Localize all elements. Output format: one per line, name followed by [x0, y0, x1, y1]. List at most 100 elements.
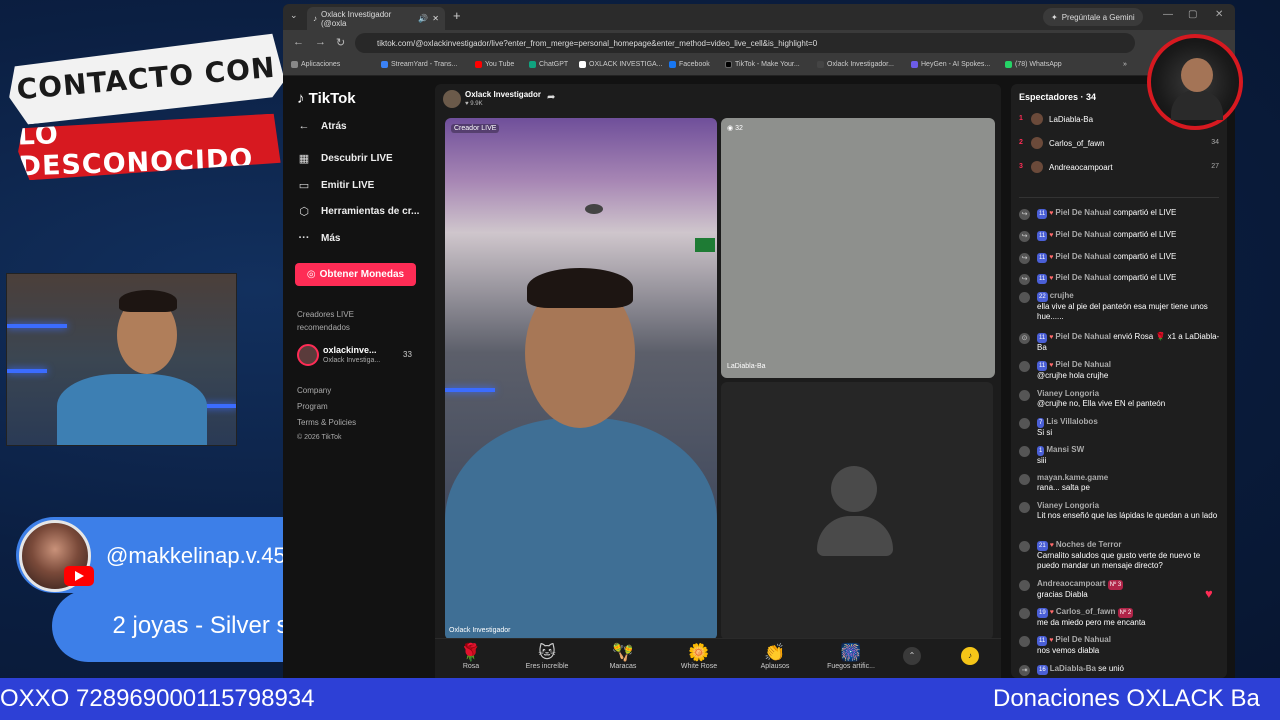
person-hair	[119, 290, 177, 312]
shelf-light	[445, 388, 495, 392]
gift-expand-icon[interactable]: ⌃	[903, 647, 921, 665]
get-coins-button[interactable]: ◎ Obtener Monedas	[295, 263, 416, 286]
tab-search-icon[interactable]: ⌄	[290, 10, 298, 21]
avatar	[1019, 418, 1030, 429]
share-icon: ↪	[1019, 209, 1030, 220]
tab-tiktok[interactable]: ♪ Oxlack Investigador (@oxla 🔊 ✕	[307, 7, 445, 30]
bookmark-item[interactable]: (78) WhatsApp	[1005, 61, 1062, 68]
viewer-row[interactable]: 3 Andreaocampoart 27	[1019, 160, 1219, 176]
tiktok-favicon-icon: ♪	[313, 14, 317, 23]
donation-ticker: OXXO 7289690001157989​34 Donaciones OXLA…	[0, 678, 1280, 720]
gift-eres-increible[interactable]: 🐱 Eres increíble	[517, 643, 577, 670]
bookmark-item[interactable]: ChatGPT	[529, 61, 568, 68]
gemini-button[interactable]: ✦ Pregúntale a Gemini	[1043, 8, 1143, 26]
share-icon[interactable]: ➦	[547, 92, 555, 103]
back-arrow-icon: ←	[298, 120, 310, 132]
reload-icon[interactable]: ↻	[336, 36, 345, 49]
host-avatar[interactable]	[443, 90, 461, 108]
apps-icon	[291, 61, 298, 68]
footer-copyright: © 2026 TikTok	[297, 434, 342, 441]
gift-fuegos[interactable]: 🎆 Fuegos artific...	[821, 643, 881, 670]
bookmark-item[interactable]: You Tube	[475, 61, 514, 68]
bookmark-item[interactable]: OXLACK INVESTIGA...	[579, 61, 663, 68]
recommended-name[interactable]: oxlackinve...	[323, 345, 377, 355]
person-placeholder-body	[817, 516, 893, 556]
footer-company[interactable]: Company	[297, 386, 331, 395]
url-text: tiktok.com/@oxlackinvestigador/live?ente…	[377, 38, 818, 48]
bookmark-item[interactable]: HeyGen - AI Spokes...	[911, 61, 990, 68]
gift-rosa[interactable]: 🌹 Rosa	[441, 643, 501, 670]
address-bar: ← → ↻ tiktok.com/@oxlackinvestigador/liv…	[283, 30, 1235, 56]
whatsapp-icon	[1005, 61, 1012, 68]
gift-aplausos[interactable]: 👏 Aplausos	[745, 643, 805, 670]
like-heart-icon[interactable]: ♥	[1205, 586, 1213, 601]
recommended-count: 33	[403, 350, 412, 359]
recommended-avatar[interactable]	[297, 344, 319, 366]
chat-message: 11 ♥ Piel De Nahual @crujhe hola crujhe	[1019, 360, 1223, 381]
chat-message: ↪ 11 ♥ Piel De Nahual compartió el LIVE	[1019, 252, 1223, 264]
person-body	[57, 374, 207, 445]
ticker-donaciones: Donaciones OXLACK Ba	[993, 685, 1260, 712]
nav-more[interactable]: ··· Más	[297, 232, 341, 244]
bookmark-item[interactable]: Aplicaciones	[291, 61, 340, 68]
ceiling-light	[585, 204, 603, 214]
bookmark-item[interactable]: Facebook	[669, 61, 710, 68]
tab-audio-icon[interactable]: 🔊	[418, 14, 428, 23]
avatar	[1031, 113, 1043, 125]
avatar	[1019, 580, 1030, 591]
host-name[interactable]: Oxlack Investigador	[465, 90, 541, 99]
clap-icon: 👏	[764, 643, 786, 662]
avatar	[1019, 446, 1030, 457]
fan-heart-icon: ♥	[1049, 362, 1054, 369]
nav-tools[interactable]: ⬡ Herramientas de cr...	[297, 205, 419, 218]
minimize-icon[interactable]: —	[1163, 9, 1173, 20]
tab-bar: ⌄ ♪ Oxlack Investigador (@oxla 🔊 ✕ + ✦ P…	[283, 4, 1235, 30]
facebook-icon	[669, 61, 676, 68]
viewers-title[interactable]: Espectadores · 34	[1019, 92, 1096, 102]
footer-terms[interactable]: Terms & Policies	[297, 418, 356, 427]
host-hair	[527, 268, 633, 308]
tiktok-bookmark-icon	[725, 61, 732, 68]
viewer-row[interactable]: 2 Carlos_of_fawn 34	[1019, 136, 1219, 152]
close-window-icon[interactable]: ✕	[1215, 9, 1223, 20]
maximize-icon[interactable]: ▢	[1188, 9, 1197, 20]
fan-heart-icon: ♥	[1049, 542, 1054, 549]
tiktok-logo[interactable]: ♪ TikTok	[297, 90, 356, 107]
footer-program[interactable]: Program	[297, 402, 328, 411]
avatar	[1019, 608, 1030, 619]
white-rose-icon: 🌼	[688, 643, 710, 662]
avatar	[1019, 292, 1030, 303]
bookmark-item[interactable]: TikTok - Make Your...	[725, 61, 800, 68]
avatar	[1019, 390, 1030, 401]
guest-viewer-count: ◉ 32	[727, 125, 743, 132]
heygen-icon	[911, 61, 918, 68]
webcam-feed	[6, 273, 237, 446]
back-icon[interactable]: ←	[293, 36, 304, 48]
youtube-bookmark-icon	[475, 61, 482, 68]
forward-icon[interactable]: →	[315, 36, 326, 48]
bookmark-item[interactable]: Oxlack Investigador...	[817, 61, 894, 68]
guest-name: LaDiabla-Ba	[727, 363, 766, 370]
gift-maracas[interactable]: 🪇 Maracas	[593, 643, 653, 670]
host-video[interactable]: Creador LIVE Oxlack Investigador	[445, 118, 717, 640]
guest-video-1[interactable]: ◉ 32 LaDiabla-Ba	[721, 118, 995, 378]
bookmarks-overflow-icon[interactable]: »	[1123, 61, 1127, 68]
avatar	[1031, 161, 1043, 173]
share-icon: ↪	[1019, 274, 1030, 285]
new-tab-icon[interactable]: +	[453, 8, 461, 23]
nav-back[interactable]: ← Atrás	[297, 120, 347, 132]
guest-video-empty[interactable]	[721, 382, 993, 640]
gift-white-rose[interactable]: 🌼 White Rose	[669, 643, 729, 670]
flag-decoration	[695, 238, 715, 252]
tab-title: Oxlack Investigador (@oxla	[321, 9, 392, 28]
fan-heart-icon: ♥	[1049, 232, 1054, 239]
nav-discover-live[interactable]: ▦ Descubrir LIVE	[297, 152, 393, 165]
url-input[interactable]: tiktok.com/@oxlackinvestigador/live?ente…	[355, 33, 1135, 53]
coin-wallet-icon[interactable]: ♪	[961, 647, 979, 665]
chat-message: Vianey Longoria Lit nos enseñó que las lá…	[1019, 501, 1223, 521]
bookmark-item[interactable]: StreamYard - Trans...	[381, 61, 457, 68]
tab-close-icon[interactable]: ✕	[432, 14, 439, 23]
nav-emitir-live[interactable]: ▭ Emitir LIVE	[297, 179, 375, 192]
live-video-grid: Creador LIVE Oxlack Investigador ◉ 32 La…	[435, 114, 1001, 640]
host-body	[445, 418, 717, 640]
